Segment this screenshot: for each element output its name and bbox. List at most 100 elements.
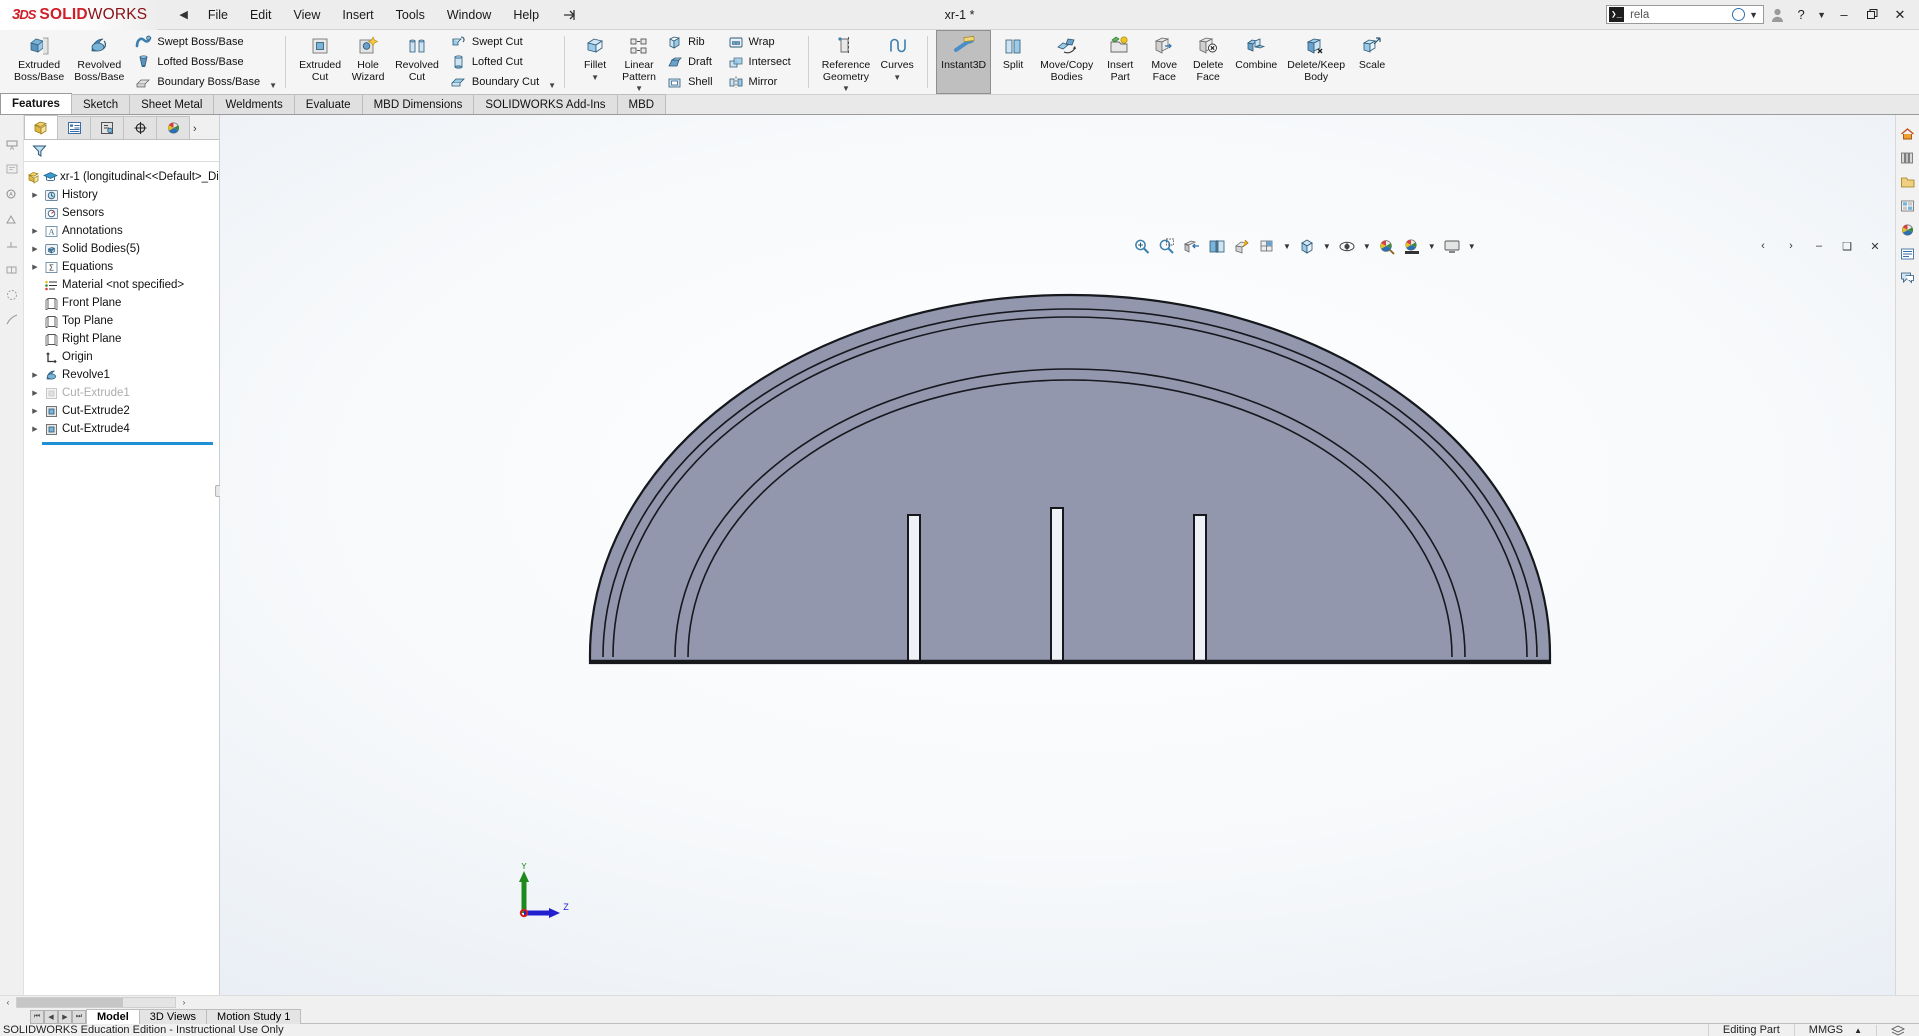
- tree-item-solid-bodies[interactable]: ▶ Solid Bodies(5): [24, 240, 219, 258]
- reference-geometry-button[interactable]: Reference Geometry: [817, 30, 875, 84]
- tab-mbd-dimensions[interactable]: MBD Dimensions: [361, 94, 475, 114]
- tree-expander[interactable]: ▶: [28, 191, 42, 199]
- scale-button[interactable]: Scale: [1350, 30, 1394, 94]
- tree-item-history[interactable]: ▶ History: [24, 186, 219, 204]
- scroll-left-arrow[interactable]: ‹: [0, 998, 16, 1007]
- rib-button[interactable]: Rib: [663, 32, 719, 52]
- configuration-manager-tab[interactable]: [90, 116, 124, 139]
- surface-finish-icon[interactable]: [4, 212, 20, 228]
- solidworks-forum-icon[interactable]: [1899, 269, 1917, 287]
- display-manager-tab[interactable]: [156, 116, 190, 139]
- linear-pattern-button[interactable]: Linear Pattern: [617, 30, 661, 84]
- feature-manager-tab[interactable]: [24, 115, 58, 139]
- note-icon[interactable]: [4, 162, 20, 178]
- view-orientation-icon[interactable]: [1205, 235, 1229, 257]
- minimize-button[interactable]: –: [1831, 3, 1857, 27]
- draft-button[interactable]: Draft: [663, 52, 719, 72]
- previous-view-button[interactable]: ‹: [1751, 235, 1775, 257]
- tree-item-annotations[interactable]: ▶ A Annotations: [24, 222, 219, 240]
- search-input[interactable]: ❯_ rela ▼: [1606, 5, 1765, 24]
- graphics-area[interactable]: ▼ ▼ ▼ ▼ ▼ ‹ › – ❑ ✕ Y Z: [220, 115, 1895, 995]
- edit-appearance-icon[interactable]: [1375, 235, 1399, 257]
- prev-tab-button[interactable]: ◀: [44, 1009, 58, 1024]
- fillet-caret[interactable]: ▼: [591, 73, 599, 82]
- tree-item-top-plane[interactable]: Top Plane: [24, 312, 219, 330]
- apply-scene-icon[interactable]: [1400, 235, 1424, 257]
- view-settings-caret[interactable]: ▼: [1465, 242, 1479, 251]
- scroll-track[interactable]: [16, 997, 176, 1008]
- tree-item-right-plane[interactable]: Right Plane: [24, 330, 219, 348]
- close-button[interactable]: ✕: [1887, 3, 1913, 27]
- feature-manager-expand-icon[interactable]: ›: [193, 123, 197, 139]
- first-tab-button[interactable]: ⏮: [30, 1009, 44, 1024]
- boundary-cut-button[interactable]: Boundary Cut: [446, 72, 546, 92]
- appearances-scenes-icon[interactable]: [1899, 221, 1917, 239]
- bottom-tab-3d-views[interactable]: 3D Views: [138, 1009, 208, 1024]
- zoom-to-area-icon[interactable]: [1155, 235, 1179, 257]
- search-icon[interactable]: [1732, 8, 1746, 21]
- mirror-button[interactable]: Mirror: [724, 72, 798, 92]
- shell-button[interactable]: Shell: [663, 72, 719, 92]
- boundary-boss-base-button[interactable]: Boundary Boss/Base: [131, 72, 267, 92]
- delete-keep-body-button[interactable]: Delete/Keep Body: [1282, 30, 1350, 94]
- extruded-cut-button[interactable]: Extruded Cut: [294, 30, 346, 94]
- tree-item-sensors[interactable]: Sensors: [24, 204, 219, 222]
- scroll-thumb[interactable]: [17, 998, 123, 1007]
- menu-collapse-arrow[interactable]: ◀: [171, 8, 195, 21]
- combine-button[interactable]: Combine: [1230, 30, 1282, 94]
- help-dropdown-icon[interactable]: ▼: [1814, 10, 1829, 20]
- restore-button[interactable]: [1859, 3, 1885, 27]
- tab-sketch[interactable]: Sketch: [70, 94, 131, 114]
- section-view-icon[interactable]: [1180, 235, 1204, 257]
- revolved-boss-base-button[interactable]: Revolved Boss/Base: [69, 30, 129, 84]
- linear-pattern-caret[interactable]: ▼: [635, 85, 643, 93]
- display-style-icon[interactable]: [1230, 235, 1254, 257]
- hide-show-caret[interactable]: ▼: [1360, 242, 1374, 251]
- pin-icon[interactable]: [563, 9, 577, 21]
- tree-item-material[interactable]: Material <not specified>: [24, 276, 219, 294]
- tree-item-cut-extrude1[interactable]: ▶ Cut-Extrude1: [24, 384, 219, 402]
- tree-expander[interactable]: ▶: [28, 389, 42, 397]
- tree-expander[interactable]: ▶: [28, 227, 42, 235]
- tree-expander[interactable]: ▶: [28, 425, 42, 433]
- split-button[interactable]: Split: [991, 30, 1035, 94]
- lofted-boss-base-button[interactable]: Lofted Boss/Base: [131, 52, 267, 72]
- view-cube-icon[interactable]: [1295, 235, 1319, 257]
- insert-part-button[interactable]: Insert Part: [1098, 30, 1142, 94]
- revolved-cut-button[interactable]: Revolved Cut: [390, 30, 444, 94]
- account-icon[interactable]: [1766, 4, 1788, 26]
- tree-expander[interactable]: ▶: [28, 245, 42, 253]
- tab-sheet-metal[interactable]: Sheet Metal: [129, 94, 215, 114]
- instant3d-button[interactable]: Instant3D: [936, 30, 992, 94]
- tab-mbd[interactable]: MBD: [616, 94, 667, 114]
- dome-cross-section-body[interactable]: [588, 293, 1552, 665]
- last-tab-button[interactable]: ⏭: [72, 1009, 86, 1024]
- filter-icon[interactable]: [32, 144, 48, 158]
- menu-item-file[interactable]: File: [198, 4, 238, 26]
- zoom-to-fit-icon[interactable]: [1130, 235, 1154, 257]
- bottom-tab-model[interactable]: Model: [86, 1009, 140, 1024]
- overlay-icon[interactable]: [1876, 1024, 1919, 1036]
- tree-expander[interactable]: ▶: [28, 407, 42, 415]
- curves-button[interactable]: Curves: [875, 30, 919, 73]
- tab-features[interactable]: Features: [0, 93, 72, 114]
- units-caret-icon[interactable]: ▲: [1846, 1026, 1862, 1035]
- help-icon[interactable]: ?: [1790, 4, 1812, 26]
- menu-item-edit[interactable]: Edit: [240, 4, 282, 26]
- document-minimize-button[interactable]: –: [1807, 235, 1831, 257]
- tree-item-origin[interactable]: Origin: [24, 348, 219, 366]
- menu-item-view[interactable]: View: [284, 4, 331, 26]
- document-restore-button[interactable]: ❑: [1835, 235, 1859, 257]
- geometric-tolerance-icon[interactable]: [4, 287, 20, 303]
- property-manager-tab[interactable]: [57, 116, 91, 139]
- tree-item-front-plane[interactable]: Front Plane: [24, 294, 219, 312]
- menu-item-window[interactable]: Window: [437, 4, 501, 26]
- scroll-right-arrow[interactable]: ›: [176, 998, 192, 1007]
- hide-show-items-icon[interactable]: [1255, 235, 1279, 257]
- intersect-button[interactable]: Intersect: [724, 52, 798, 72]
- move-face-button[interactable]: Move Face: [1142, 30, 1186, 94]
- menu-item-tools[interactable]: Tools: [386, 4, 435, 26]
- curves-caret[interactable]: ▼: [893, 73, 901, 82]
- tree-expander[interactable]: ▶: [28, 371, 42, 379]
- hide-show-icon[interactable]: [1335, 235, 1359, 257]
